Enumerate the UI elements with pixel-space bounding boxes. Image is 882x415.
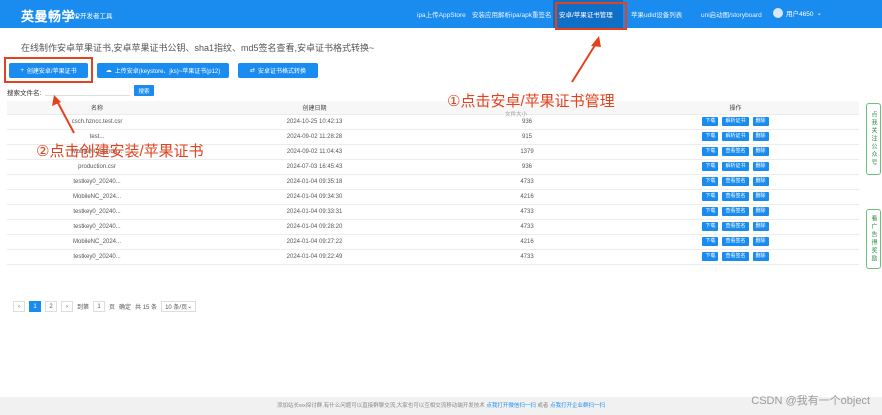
annotation-step2: ②点击创建安装/苹果证书 — [36, 143, 204, 160]
arrow-line-nav — [571, 41, 598, 83]
arrow-head-nav — [591, 36, 601, 47]
annotation-step1: ①点击安卓/苹果证书管理 — [447, 93, 615, 110]
arrow-line-create — [56, 100, 75, 134]
annotation-arrows — [52, 36, 601, 134]
